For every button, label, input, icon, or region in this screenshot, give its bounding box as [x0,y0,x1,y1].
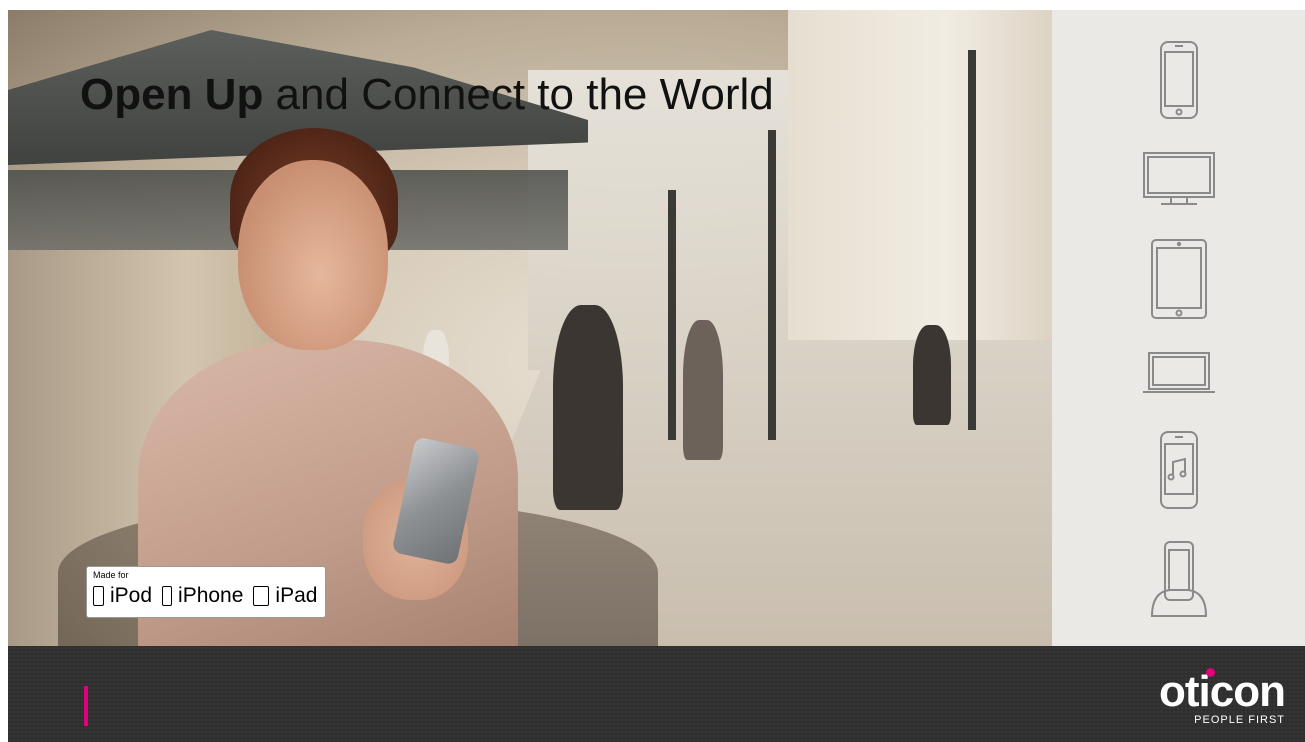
smartphone-icon [1052,40,1305,120]
tablet-icon [1052,238,1305,320]
iphone-icon [162,586,173,606]
ipod-icon [93,586,104,606]
footer-bar: oticon PEOPLE FIRST [8,646,1305,742]
oticon-logo: oticon PEOPLE FIRST [1159,668,1286,726]
made-for-label: Made for [93,570,129,580]
logo-dot [1206,668,1216,677]
slide-title: Open Up and Connect to the World [80,70,774,119]
slide: Open Up and Connect to the World Made fo… [8,10,1305,742]
laptop-icon [1052,350,1305,396]
music-player-icon [1052,430,1305,510]
accent-bar [84,686,88,726]
phone-dock-icon [1052,540,1305,620]
badge-iphone-label: iPhone [178,584,244,607]
device-icon-panel [1052,10,1305,646]
tv-monitor-icon [1052,150,1305,210]
badge-ipod-label: iPod [110,584,153,607]
badge-ipad-label: iPad [275,584,318,607]
made-for-badge: Made for iPod iPhone iPad [86,566,326,618]
ipad-icon [253,586,270,606]
logo-wordmark: oticon [1159,667,1286,716]
